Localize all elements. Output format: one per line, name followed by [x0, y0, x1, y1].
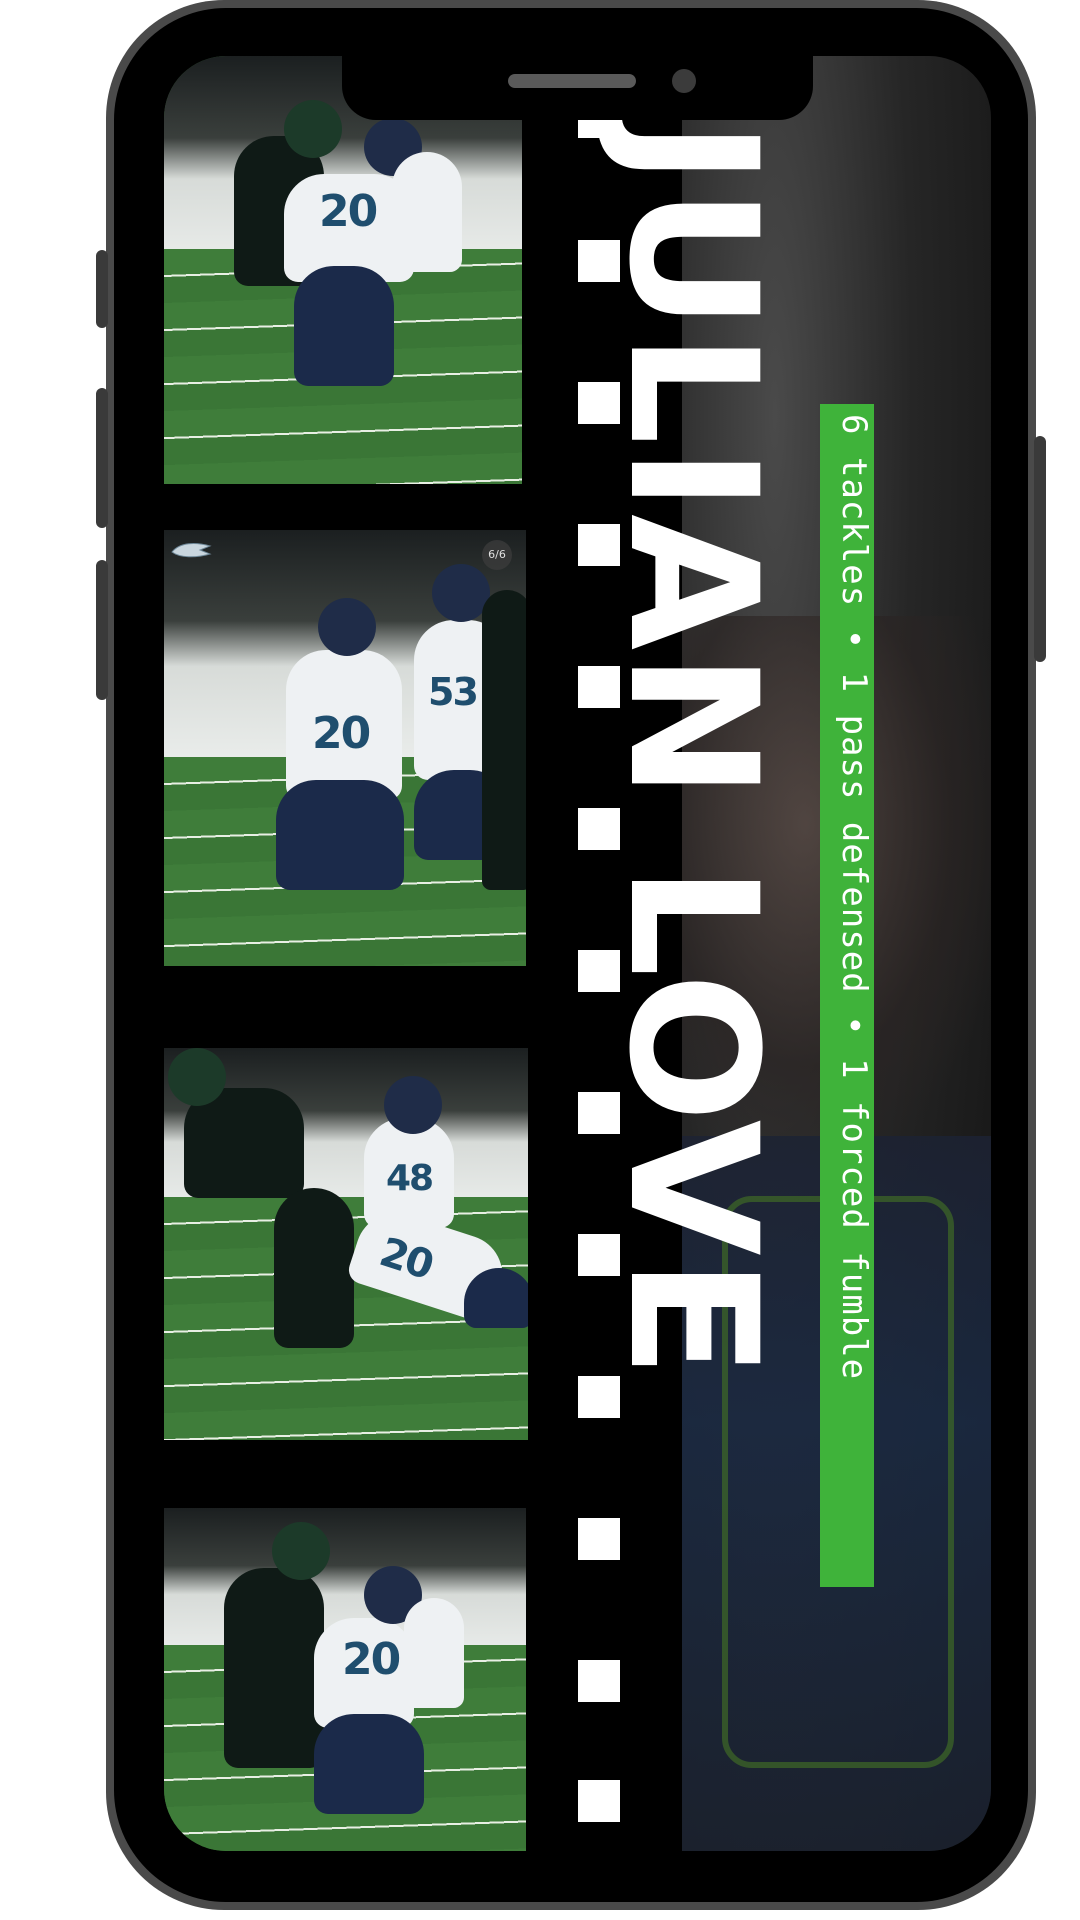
player-pants	[276, 780, 404, 890]
film-sprocket-hole	[578, 1780, 620, 1822]
game-photo-3[interactable]: 48 20	[164, 1048, 528, 1440]
photo-count-badge: 6/6	[482, 540, 512, 570]
teammate-jersey-number: 53	[428, 670, 479, 714]
player-pants	[294, 266, 394, 386]
front-camera	[672, 69, 696, 93]
speaker-grille	[508, 74, 636, 88]
teammate-helmet	[384, 1076, 442, 1134]
game-photo-4[interactable]: 20	[164, 1508, 526, 1851]
volume-up-button	[96, 388, 108, 528]
teammate-jersey-number: 48	[386, 1158, 434, 1199]
player-helmet	[318, 598, 376, 656]
player-name-headline: JULIAN LOVE	[590, 120, 795, 1381]
phone-notch	[342, 56, 813, 120]
seahawks-logo-icon	[171, 543, 212, 558]
game-photo-1[interactable]: 20	[164, 56, 522, 484]
game-photo-2[interactable]: 6/6 20 53	[164, 530, 526, 966]
seahawks-teammate	[392, 152, 462, 272]
film-sprocket-hole	[578, 1376, 620, 1418]
jets-player-legs	[274, 1188, 354, 1348]
jets-player	[482, 590, 526, 890]
jets-player	[224, 1568, 324, 1768]
player-stats-line: 6 tackles • 1 pass defensed • 1 forced f…	[834, 414, 874, 1381]
silent-switch	[96, 250, 108, 328]
jersey-number: 20	[342, 1634, 401, 1685]
player-helmet	[272, 1522, 330, 1580]
seahawks-teammate	[404, 1598, 464, 1708]
film-sprocket-hole	[578, 1660, 620, 1702]
power-button	[1034, 436, 1046, 662]
volume-down-button	[96, 560, 108, 700]
player-helmet	[284, 100, 342, 158]
jersey-number: 20	[319, 186, 378, 237]
player-pants	[464, 1268, 528, 1328]
jersey-number: 20	[312, 708, 371, 759]
player-pants	[314, 1714, 424, 1814]
player-helmet	[168, 1048, 226, 1106]
film-sprocket-hole	[578, 1518, 620, 1560]
